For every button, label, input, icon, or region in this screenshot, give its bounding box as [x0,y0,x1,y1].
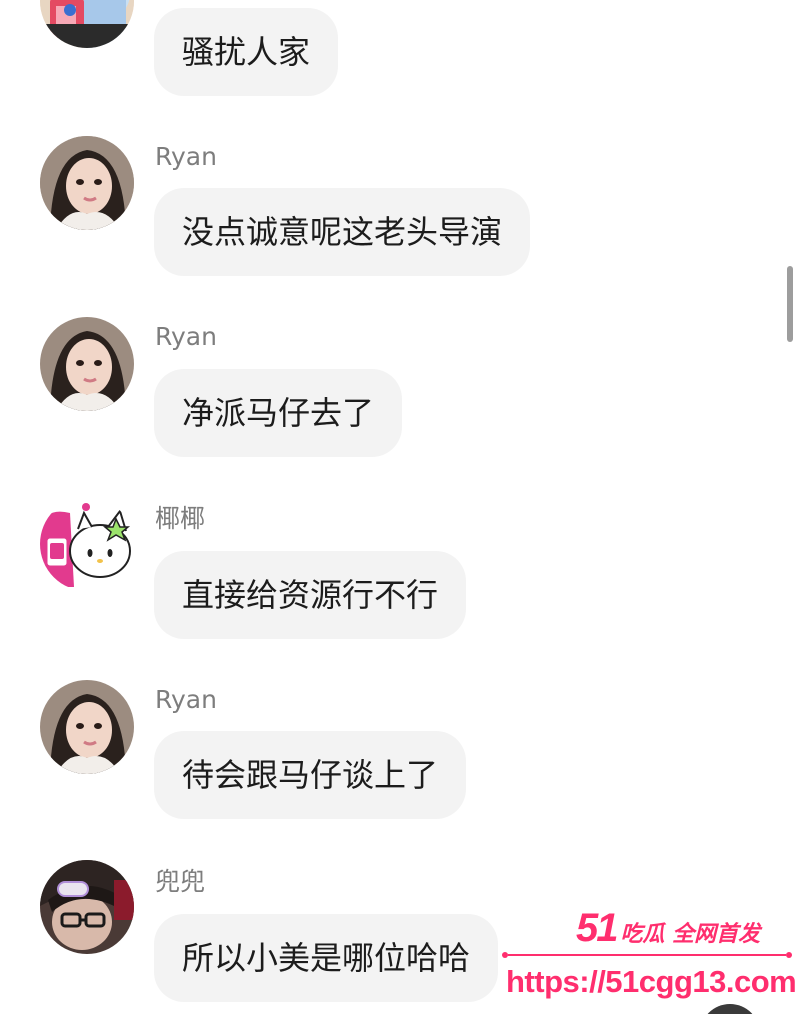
watermark-url: https://51cgg13.com [506,964,797,999]
cartoon-girl-avatar[interactable] [40,0,134,48]
watermark-number: 51 [576,906,618,950]
sender-name: 兜兜 [155,867,206,896]
watermark-divider [502,952,792,958]
scrollbar-thumb[interactable] [787,266,793,342]
message-bubble[interactable]: 没点诚意呢这老头导演 [154,188,531,276]
watermark-logo: 51 吃瓜 全网首发 [576,906,760,951]
watermark-tagline: 吃瓜 全网首发 [620,922,761,947]
sender-name: Ryan [155,142,217,171]
girl-selfie-avatar[interactable] [40,136,134,230]
message-bubble[interactable]: 骚扰人家 [154,8,339,96]
message-bubble[interactable]: 净派马仔去了 [154,369,403,457]
watermark: 51 吃瓜 全网首发 https://51cgg13.com [496,902,800,1006]
sender-name: Ryan [155,322,217,351]
girl-selfie-avatar[interactable] [40,680,134,774]
sender-name: 椰椰 [155,504,206,533]
sender-name: Ryan [155,685,217,714]
message-bubble[interactable]: 待会跟马仔谈上了 [154,731,467,819]
girl-selfie-avatar[interactable] [40,317,134,411]
boy-glasses-avatar[interactable] [40,860,134,954]
hello-kitty-avatar[interactable] [40,497,134,591]
chat-thread[interactable]: 骚扰人家 Ryan 没点诚意呢这老头导演 Ryan 净派马仔去了 椰椰 直接给资… [0,0,800,1014]
message-bubble[interactable]: 直接给资源行不行 [154,551,467,639]
message-bubble[interactable]: 所以小美是哪位哈哈 [154,914,499,1002]
